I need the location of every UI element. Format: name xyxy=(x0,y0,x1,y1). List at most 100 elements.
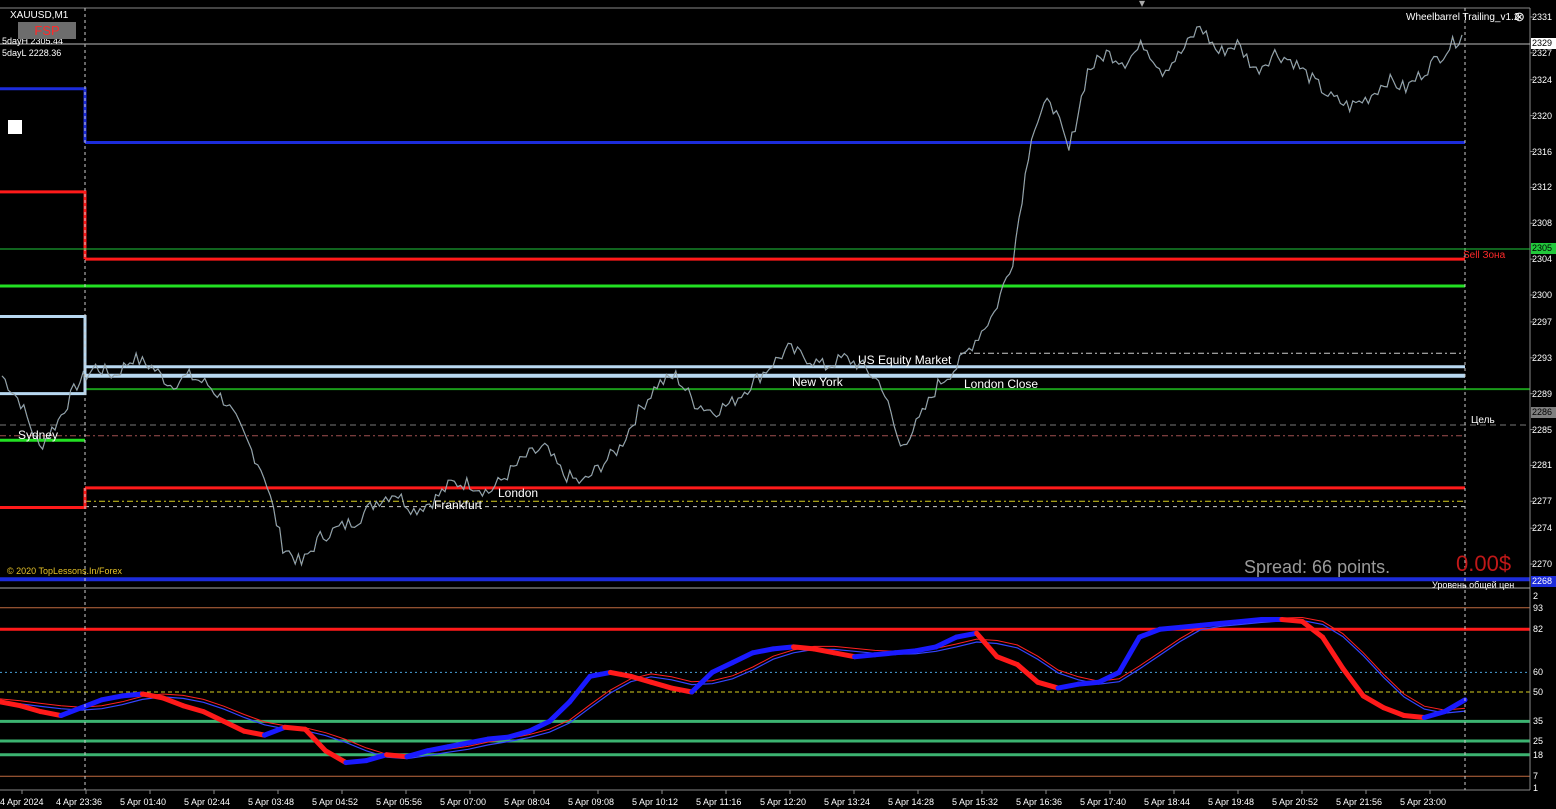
time-tick-label: 5 Apr 20:52 xyxy=(1272,797,1319,807)
zone-blue-step xyxy=(0,87,87,143)
osc-signal-line xyxy=(0,619,1466,760)
time-tick-label: 5 Apr 08:04 xyxy=(504,797,551,807)
osc-segment xyxy=(831,650,858,660)
osc-segment xyxy=(933,634,959,650)
osc-segment xyxy=(1442,697,1468,715)
time-tick-label: 5 Apr 15:32 xyxy=(952,797,999,807)
price-tick-label: 2274 xyxy=(1531,523,1552,534)
collapse-icon[interactable]: ▾ xyxy=(1139,0,1145,10)
osc-segment xyxy=(160,695,186,709)
osc-segment xyxy=(668,685,695,695)
price-tick-label: 2281 xyxy=(1531,460,1552,471)
sell-zone-label: Sell Зона xyxy=(1463,250,1506,261)
time-tick-label: 5 Apr 18:44 xyxy=(1144,797,1191,807)
oscillator-tick-label: 2 xyxy=(1533,590,1539,601)
osc-segment xyxy=(791,644,817,652)
session-label-london-close: London Close xyxy=(964,377,1039,391)
price-chart[interactable] xyxy=(0,0,1556,809)
price-tick-label: 2285 xyxy=(1531,424,1552,435)
osc-segment xyxy=(241,728,268,738)
oscillator-tick-label: 25 xyxy=(1533,736,1544,746)
price-tick-label: 2304 xyxy=(1531,254,1552,265)
time-tick-label: 5 Apr 14:28 xyxy=(888,797,935,807)
indicator-title: Wheelbarrel Trailing_v1.2 xyxy=(1406,12,1520,23)
zone-light-blue-box xyxy=(0,315,87,396)
time-tick-label: 5 Apr 16:36 xyxy=(1016,797,1063,807)
osc-segment xyxy=(384,752,410,760)
osc-segment xyxy=(1177,622,1203,630)
osc-segment xyxy=(485,734,512,742)
price-tick-label: 2308 xyxy=(1531,218,1552,229)
osc-segment xyxy=(1116,634,1142,675)
zone-red-lower-step xyxy=(0,487,87,510)
osc-segment xyxy=(974,630,1000,660)
osc-signal-line-red xyxy=(0,616,1466,757)
oscillator-tick-label: 18 xyxy=(1533,749,1544,760)
price-tick-label: 2324 xyxy=(1531,74,1552,85)
oscillator-tick-label: 7 xyxy=(1533,771,1539,782)
osc-segment xyxy=(1421,709,1448,720)
time-tick-label: 5 Apr 03:48 xyxy=(248,797,295,807)
time-tick-label: 5 Apr 19:48 xyxy=(1208,797,1255,807)
time-tick-label: 5 Apr 23:00 xyxy=(1400,797,1447,807)
price-tick-label: 2300 xyxy=(1531,290,1552,300)
osc-segment xyxy=(1279,616,1305,624)
oscillator-levels xyxy=(0,607,1530,777)
axes xyxy=(0,7,1534,794)
session-label-sydney: Sydney xyxy=(18,428,59,442)
session-label-frankfurt: Frankfurt xyxy=(434,498,483,512)
oscillator-tick-label: 93 xyxy=(1533,602,1544,613)
fsp-button[interactable]: FSP xyxy=(18,22,76,39)
osc-segment xyxy=(872,650,898,658)
time-tick-label: 5 Apr 02:44 xyxy=(184,797,231,807)
price-tick-label: 2270 xyxy=(1531,559,1552,570)
oscillator-tick-label: 1 xyxy=(1533,783,1539,794)
time-tick-label: 5 Apr 07:00 xyxy=(440,797,487,807)
time-tick-label: 5 Apr 12:20 xyxy=(760,797,807,807)
osc-segment xyxy=(689,669,715,695)
osc-segment xyxy=(1218,618,1244,626)
osc-segment xyxy=(0,699,23,709)
osc-segment xyxy=(1075,679,1102,687)
time-tick-label: 5 Apr 10:12 xyxy=(632,797,679,807)
osc-segment xyxy=(1381,705,1407,719)
osc-segment xyxy=(506,728,532,740)
osc-segment xyxy=(119,691,145,699)
osc-segment xyxy=(1035,679,1061,691)
price-tag-bottom: 2268 xyxy=(1531,576,1556,587)
close-icon[interactable]: ⊗ xyxy=(1514,9,1525,25)
time-tick-label: 5 Apr 17:40 xyxy=(1080,797,1127,807)
osc-segment xyxy=(770,644,797,652)
time-tick-label: 5 Apr 04:52 xyxy=(312,797,359,807)
osc-segment xyxy=(852,652,878,660)
target-label: Цель xyxy=(1471,415,1495,426)
session-label-london: London xyxy=(498,486,539,500)
price-tick-label: 2331 xyxy=(1531,11,1552,22)
price-tick-label: 2327 xyxy=(1531,47,1552,58)
price-tick-label: 2289 xyxy=(1531,388,1552,399)
osc-segment xyxy=(953,630,980,640)
zone-boxes xyxy=(0,87,87,510)
price-series xyxy=(1,25,1463,567)
osc-segment xyxy=(1320,634,1346,671)
price-level-caption: Уровень общей цен xyxy=(1432,580,1515,590)
price-tag-bid: 2305 xyxy=(1531,243,1556,254)
oscillator-tick-label: 60 xyxy=(1533,667,1544,678)
osc-segment xyxy=(730,650,756,666)
osc-segment xyxy=(709,660,735,675)
osc-segment xyxy=(546,699,573,724)
osc-segment xyxy=(1157,624,1183,632)
price-line xyxy=(1,25,1463,567)
symbol-title: XAUUSD,M1 xyxy=(10,10,69,21)
osc-segment xyxy=(892,648,919,656)
osc-segment xyxy=(913,644,939,654)
osc-segment xyxy=(99,693,125,703)
price-tag-target: 2286 xyxy=(1531,407,1556,418)
price-levels xyxy=(0,141,1530,582)
time-tick-label: 5 Apr 11:16 xyxy=(696,797,742,807)
osc-segment xyxy=(1197,620,1224,628)
checkbox-toggle[interactable] xyxy=(8,120,22,134)
price-tick-label: 2316 xyxy=(1531,146,1552,157)
session-label-new-york: New York xyxy=(792,375,843,389)
time-tick-label: 4 Apr 2024 xyxy=(0,797,44,807)
